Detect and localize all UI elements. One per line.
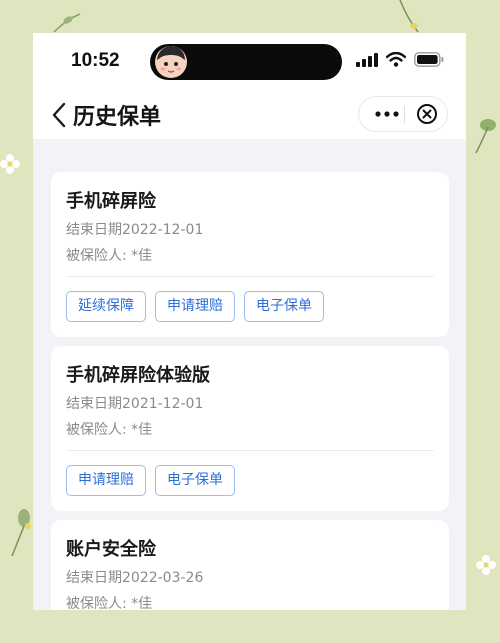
status-time: 10:52 [71,50,120,71]
flower-decoration [0,154,20,174]
e-policy-button[interactable]: 电子保单 [244,291,324,322]
policy-card[interactable]: 账户安全险 结束日期2022-03-26 被保险人: *佳 [51,520,449,610]
policy-end-date: 结束日期2022-03-26 [66,570,204,586]
chevron-left-icon[interactable] [49,101,71,129]
policy-title: 手机碎屏险 [66,191,156,212]
policy-title: 账户安全险 [66,539,156,560]
policy-card[interactable]: 手机碎屏险 结束日期2022-12-01 被保险人: *佳 延续保障 申请理赔 … [51,172,449,337]
policy-end-date: 结束日期2022-12-01 [66,222,204,238]
status-icons [356,52,444,67]
leaf-decoration [53,13,81,33]
policy-end-date: 结束日期2021-12-01 [66,396,204,412]
policy-actions: 申请理赔 电子保单 [66,465,235,496]
policy-card[interactable]: 手机碎屏险体验版 结束日期2021-12-01 被保险人: *佳 申请理赔 电子… [51,346,449,511]
nav-bar: 历史保单 [33,91,466,139]
policy-title: 手机碎屏险体验版 [66,365,210,386]
leaf-decoration [399,0,419,33]
policy-insured: 被保险人: *佳 [66,596,153,610]
card-divider [66,450,434,451]
avatar [155,46,187,78]
e-policy-button[interactable]: 电子保单 [155,465,235,496]
file-claim-button[interactable]: 申请理赔 [66,465,146,496]
card-divider [66,276,434,277]
leaf-decoration [475,119,496,154]
status-bar: 10:52 [33,33,466,91]
phone-screen: 10:52 历史保单 手机碎屏险 结束日期2022-12-01 被保险人: *佳… [33,33,466,610]
policy-insured: 被保险人: *佳 [66,248,153,264]
extend-coverage-button[interactable]: 延续保障 [66,291,146,322]
wifi-icon [386,52,406,67]
cellular-signal-icon [356,52,378,67]
policy-actions: 延续保障 申请理赔 电子保单 [66,291,324,322]
close-circle-icon[interactable] [409,97,445,131]
more-dots-icon[interactable] [369,97,405,131]
leaf-decoration [11,509,31,557]
dynamic-island [150,44,342,80]
flower-decoration [476,555,496,575]
file-claim-button[interactable]: 申请理赔 [155,291,235,322]
mini-program-capsule [358,96,448,132]
policy-insured: 被保险人: *佳 [66,422,153,438]
capsule-divider [404,106,405,123]
battery-icon [414,52,444,67]
page-title: 历史保单 [73,105,162,130]
